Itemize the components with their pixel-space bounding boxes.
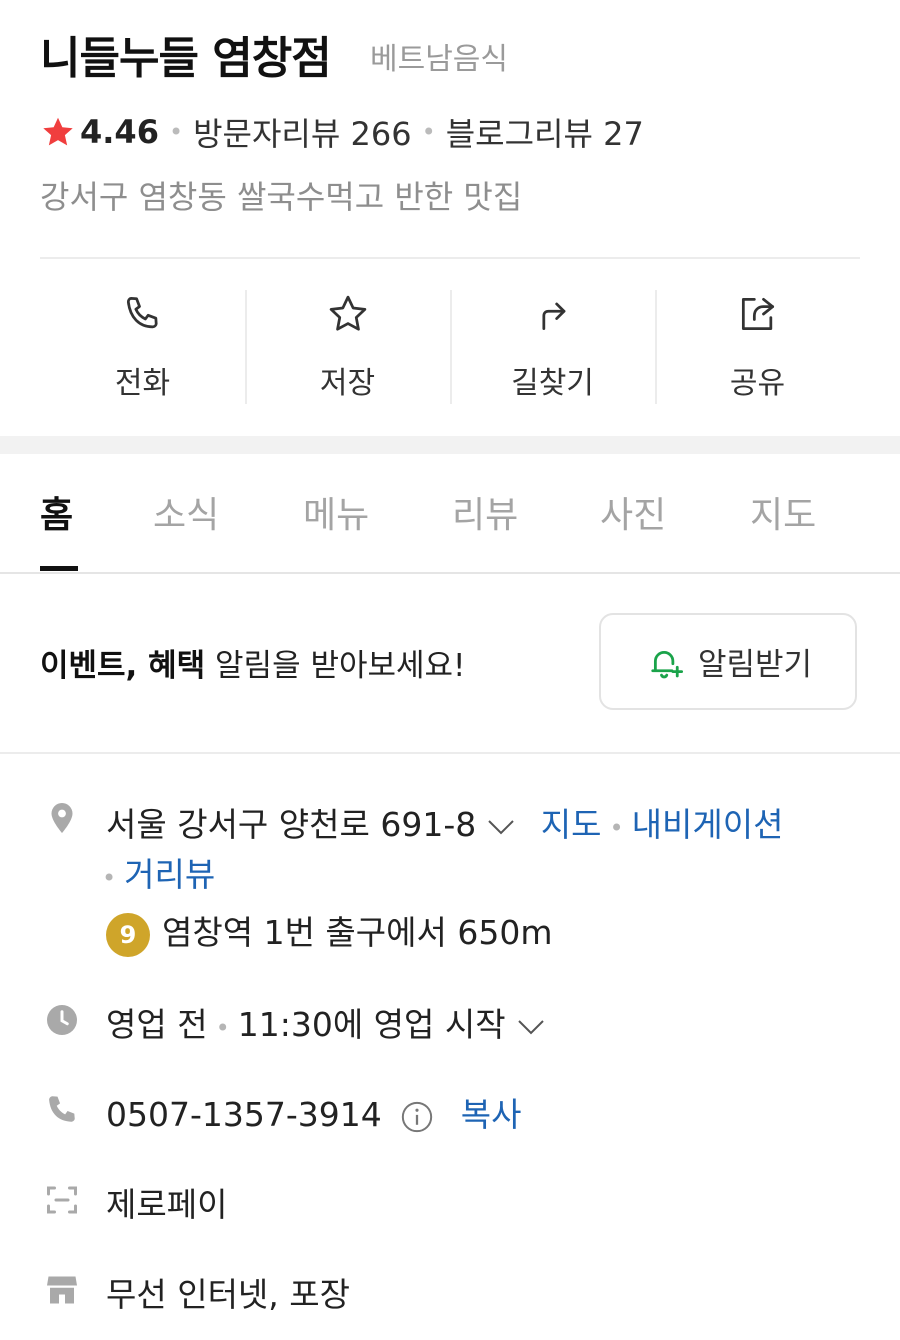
payment-scan-icon: [47, 1186, 77, 1214]
call-label: 전화: [114, 366, 171, 401]
rating-value: 4.46: [80, 113, 159, 151]
subway-directions: 염창역 1번 출구에서 650m: [162, 913, 553, 952]
subway-line-badge: 9: [106, 912, 150, 957]
info-circle-icon[interactable]: [400, 1100, 434, 1134]
separator-dot: •: [168, 118, 184, 146]
divider: [0, 752, 900, 754]
place-title: 니들누들 염창점: [40, 33, 332, 84]
tab-photos[interactable]: 사진: [600, 486, 666, 538]
active-tab-indicator: [40, 566, 78, 571]
tab-home[interactable]: 홈: [40, 486, 73, 538]
separator-dot: •: [421, 118, 436, 146]
clock-icon: [47, 1005, 77, 1035]
hours-detail: 11:30에 영업 시작: [237, 1005, 506, 1044]
phone-fill-icon: [49, 1096, 75, 1122]
directions-label: 길찾기: [511, 366, 594, 401]
save-button[interactable]: 저장: [245, 288, 450, 408]
separator-dot: •: [102, 864, 117, 892]
place-tagline: 강서구 염창동 쌀국수먹고 반한 맛집: [40, 178, 523, 216]
payment-text: 제로페이: [106, 1185, 228, 1224]
hours-row[interactable]: 영업 전 • 11:30에 영업 시작: [106, 998, 546, 1046]
action-bar: 전화 저장 길찾기 공유: [40, 288, 860, 408]
section-gap: [0, 436, 900, 454]
share-button[interactable]: 공유: [655, 288, 860, 408]
separator-dot: •: [609, 814, 624, 842]
navigation-link[interactable]: 내비게이션: [632, 805, 784, 844]
chevron-down-icon[interactable]: [486, 818, 516, 836]
divider: [40, 257, 860, 259]
tab-menu[interactable]: 메뉴: [303, 486, 369, 538]
tab-news[interactable]: 소식: [153, 486, 219, 538]
streetview-link[interactable]: 거리뷰: [124, 855, 215, 894]
tab-reviews[interactable]: 리뷰: [452, 486, 518, 538]
store-icon: [47, 1276, 77, 1304]
directions-arrow-icon: [541, 302, 565, 331]
separator-dot: •: [215, 1014, 230, 1042]
star-rating-icon: [43, 117, 73, 146]
visitor-reviews-link[interactable]: 방문자리뷰 266: [193, 109, 411, 155]
amenities-text: 무선 인터넷, 포장: [106, 1275, 350, 1314]
phone-row: 0507-1357-3914 복사: [106, 1088, 522, 1136]
share-icon: [741, 297, 774, 331]
rating-row: 4.46 • 방문자리뷰 266 • 블로그리뷰 27: [40, 110, 644, 154]
chevron-down-icon[interactable]: [516, 1018, 546, 1036]
tab-bar: 홈 소식 메뉴 리뷰 사진 지도: [0, 456, 900, 574]
star-outline-icon: [329, 295, 366, 331]
bell-plus-icon: [651, 650, 683, 678]
directions-button[interactable]: 길찾기: [450, 288, 655, 408]
address-row: 서울 강서구 양천로 691-8 지도 • 내비게이션: [106, 798, 783, 846]
subway-row: 9 염창역 1번 출구에서 650m: [106, 906, 552, 957]
subscribe-alerts-button[interactable]: 알림받기: [599, 613, 857, 710]
address-text: 서울 강서구 양천로 691-8: [106, 805, 477, 844]
save-label: 저장: [319, 366, 376, 401]
call-button[interactable]: 전화: [40, 288, 245, 408]
share-label: 공유: [729, 366, 786, 401]
notice-text: 이벤트, 혜택 알림을 받아보세요!: [40, 640, 465, 685]
map-link[interactable]: 지도: [541, 805, 602, 844]
hours-status: 영업 전: [106, 1005, 208, 1044]
notice-bold: 이벤트, 혜택: [40, 648, 206, 684]
copy-phone-button[interactable]: 복사: [461, 1095, 522, 1134]
place-category: 베트남음식: [370, 42, 508, 77]
phone-number[interactable]: 0507-1357-3914: [106, 1095, 382, 1134]
streetview-row: • 거리뷰: [102, 848, 215, 896]
phone-icon: [126, 297, 158, 329]
blog-reviews-link[interactable]: 블로그리뷰 27: [446, 109, 644, 155]
location-pin-icon: [51, 803, 73, 833]
tab-map[interactable]: 지도: [750, 486, 816, 538]
notice-rest: 알림을 받아보세요!: [205, 648, 466, 684]
subscribe-alerts-label: 알림받기: [697, 647, 813, 683]
